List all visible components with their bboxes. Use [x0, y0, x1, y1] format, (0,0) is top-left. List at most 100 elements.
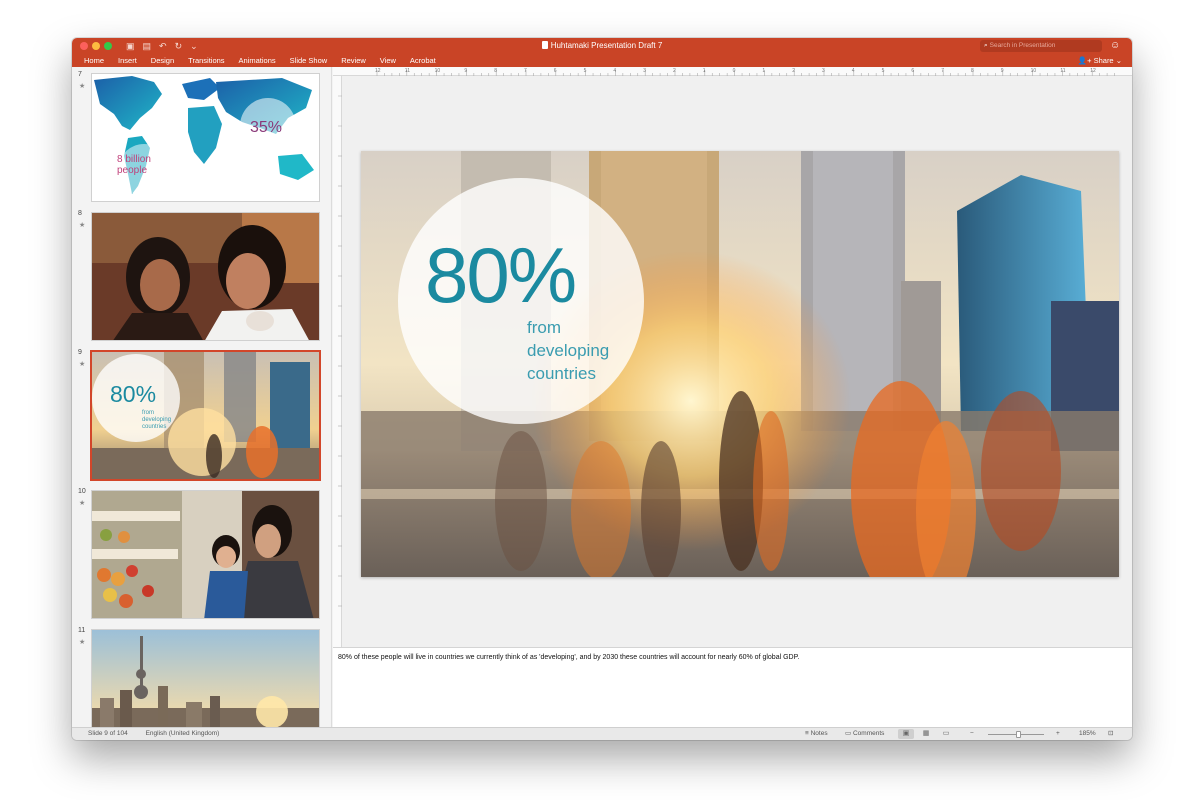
slide-thumbnail-9[interactable]: 80% from developing countries — [90, 350, 321, 481]
vertical-ruler — [333, 76, 342, 647]
tab-insert[interactable]: Insert — [118, 54, 137, 67]
thumb-line1: from — [142, 410, 154, 416]
thumb-line3: countries — [142, 424, 166, 430]
zoom-slider-knob[interactable] — [1015, 731, 1021, 738]
supermarket-photo — [92, 491, 319, 618]
slide-position-indicator: Slide 9 of 104 — [88, 730, 128, 737]
city-crowd-thumbnail: 80% from developing countries — [92, 352, 319, 479]
ruler-label: 3 — [822, 68, 825, 74]
status-bar: Slide 9 of 104 English (United Kingdom) … — [72, 727, 1132, 740]
comment-icon: ▭ — [845, 730, 852, 737]
reading-view-button[interactable]: ▭ — [938, 729, 954, 739]
ruler-label: 12 — [375, 68, 381, 74]
ruler-label: 5 — [882, 68, 885, 74]
share-label: Share — [1093, 56, 1114, 65]
skyline-sunset-photo — [92, 630, 319, 727]
animation-star-icon: ★ — [79, 361, 86, 368]
thumb-caption-line2: people — [117, 165, 147, 176]
slide-thumbnail-8[interactable] — [91, 212, 320, 341]
tab-view[interactable]: View — [380, 54, 396, 67]
thumb-stat-35: 35% — [250, 119, 282, 136]
thumb-caption-line1: 8 billion — [117, 154, 151, 165]
chevron-down-icon: ⌄ — [1115, 56, 1122, 65]
tab-review[interactable]: Review — [341, 54, 366, 67]
tab-slide-show[interactable]: Slide Show — [290, 54, 328, 67]
slide-thumbnail-7[interactable]: 35% 8 billion people — [91, 73, 320, 202]
normal-view-button[interactable]: ▣ — [898, 729, 914, 739]
share-button[interactable]: 👤+ Share ⌄ — [1078, 54, 1122, 67]
statistic-caption-line3[interactable]: countries — [527, 363, 596, 385]
slide-thumbnail-11[interactable] — [91, 629, 320, 727]
animation-star-icon: ★ — [79, 83, 86, 90]
ruler-label: 9 — [464, 68, 467, 74]
ruler-label: 6 — [911, 68, 914, 74]
ruler-label: 4 — [852, 68, 855, 74]
slide-text-overlay: 80% from developing countries — [361, 151, 1119, 577]
notes-icon: ≡ — [805, 730, 809, 737]
zoom-in-button[interactable]: + — [1056, 728, 1060, 740]
slide-number: 10 — [78, 488, 86, 495]
title-bar: ▣ ▤ ↶ ↻ ⌄ Huhtamaki Presentation Draft 7… — [72, 38, 1132, 54]
statistic-percentage[interactable]: 80% — [425, 233, 577, 317]
slide-number: 9 — [78, 349, 82, 356]
comments-label: Comments — [852, 730, 885, 737]
document-title: Huhtamaki Presentation Draft 7 — [72, 40, 1132, 52]
ruler-label: 6 — [554, 68, 557, 74]
slide-thumbnail-pane[interactable]: 7 ★ 35% 8 billion people 8 ★ 9 ★ 80% fro… — [72, 67, 332, 727]
notes-toggle-button[interactable]: ≡ Notes — [805, 728, 828, 740]
zoom-out-button[interactable]: − — [970, 728, 974, 740]
ruler-ticks: 12 11 10 9 8 7 6 5 4 3 2 1 0 1 2 3 4 5 6 7 8 9 10 11 12 — [375, 68, 1115, 76]
thumb-line2: developing — [142, 417, 171, 423]
add-person-icon: 👤+ — [1077, 56, 1092, 65]
tab-acrobat[interactable]: Acrobat — [410, 54, 436, 67]
tab-transitions[interactable]: Transitions — [188, 54, 224, 67]
ruler-label: 0 — [733, 68, 736, 74]
animation-star-icon: ★ — [79, 222, 86, 229]
ruler-label: 2 — [673, 68, 676, 74]
fit-to-window-icon[interactable]: ⊡ — [1108, 728, 1113, 740]
notes-label: Notes — [810, 730, 828, 737]
document-icon — [541, 41, 548, 49]
search-input[interactable]: ⌕ Search in Presentation — [980, 40, 1102, 52]
vertical-ruler-ticks — [338, 95, 342, 607]
slide-editing-canvas[interactable]: 12 11 10 9 8 7 6 5 4 3 2 1 0 1 2 3 4 5 6 7 8 9 10 11 12 — [333, 67, 1132, 647]
ruler-label: 9 — [1001, 68, 1004, 74]
ruler-label: 5 — [584, 68, 587, 74]
ruler-label: 8 — [971, 68, 974, 74]
speaker-notes-pane[interactable]: 80% of these people will live in countri… — [333, 647, 1132, 727]
ruler-label: 7 — [941, 68, 944, 74]
tab-design[interactable]: Design — [151, 54, 174, 67]
ruler-label: 10 — [435, 68, 441, 74]
ruler-label: 11 — [405, 68, 410, 74]
slide-number: 11 — [78, 627, 86, 634]
ruler-label: 4 — [613, 68, 616, 74]
search-placeholder: Search in Presentation — [989, 42, 1056, 49]
ruler-label: 1 — [762, 68, 765, 74]
two-women-photo — [92, 213, 319, 340]
document-title-text: Huhtamaki Presentation Draft 7 — [550, 41, 663, 50]
animation-star-icon: ★ — [79, 639, 86, 646]
powerpoint-window: ▣ ▤ ↶ ↻ ⌄ Huhtamaki Presentation Draft 7… — [72, 38, 1132, 740]
world-map-thumbnail: 35% 8 billion people — [92, 74, 319, 201]
statistic-caption-line1[interactable]: from — [527, 317, 561, 339]
zoom-level[interactable]: 185% — [1079, 728, 1096, 740]
thumb-stat-80: 80% — [110, 381, 156, 407]
feedback-smiley-icon[interactable]: ☺ — [1110, 39, 1120, 53]
search-icon: ⌕ — [984, 42, 988, 49]
language-indicator[interactable]: English (United Kingdom) — [146, 730, 220, 737]
animation-star-icon: ★ — [79, 500, 86, 507]
ruler-label: 2 — [792, 68, 795, 74]
tab-home[interactable]: Home — [84, 54, 104, 67]
slide-number: 7 — [78, 71, 82, 78]
slide-number: 8 — [78, 210, 82, 217]
slide-sorter-view-button[interactable]: ▦ — [918, 729, 934, 739]
current-slide[interactable]: 80% from developing countries — [361, 151, 1119, 577]
ruler-label: 12 — [1090, 68, 1096, 74]
ruler-label: 1 — [703, 68, 706, 74]
ruler-label: 3 — [643, 68, 646, 74]
statistic-caption-line2[interactable]: developing — [527, 340, 609, 362]
speaker-notes-text[interactable]: 80% of these people will live in countri… — [338, 654, 799, 661]
tab-animations[interactable]: Animations — [239, 54, 276, 67]
comments-toggle-button[interactable]: ▭ Comments — [845, 728, 884, 740]
slide-thumbnail-10[interactable] — [91, 490, 320, 619]
